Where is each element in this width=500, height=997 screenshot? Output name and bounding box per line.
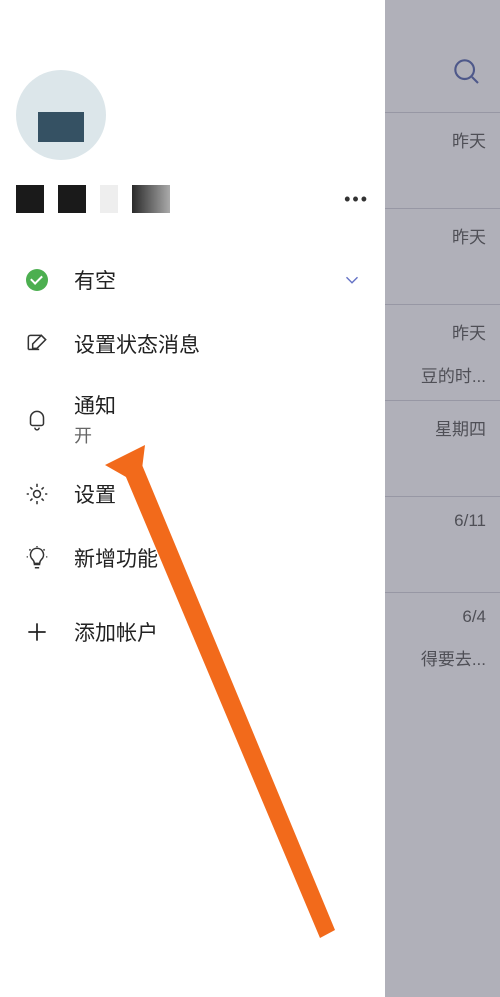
profile-section (0, 0, 385, 160)
chevron-down-icon (341, 269, 363, 291)
settings-label: 设置 (74, 479, 363, 509)
scrim-overlay[interactable] (385, 0, 500, 997)
chat-list-background: 昨天 昨天 昨天 豆的时... 星期四 6/11 6/4 得要去... (385, 0, 500, 997)
navigation-drawer: ••• 有空 设置状态消息 (0, 0, 385, 997)
add-account-label: 添加帐户 (74, 617, 363, 647)
notifications[interactable]: 通知 开 (0, 376, 385, 462)
whats-new-label: 新增功能 (74, 543, 363, 573)
available-status-icon (22, 265, 52, 295)
gear-icon (22, 479, 52, 509)
set-status-label: 设置状态消息 (74, 329, 363, 359)
plus-icon (22, 617, 52, 647)
bell-icon (22, 404, 52, 434)
more-icon[interactable]: ••• (344, 189, 369, 210)
username-redacted (16, 185, 170, 213)
avatar-image (38, 112, 84, 142)
lightbulb-icon (22, 543, 52, 573)
whats-new[interactable]: 新增功能 (0, 526, 385, 590)
drawer-menu: 有空 设置状态消息 (0, 208, 385, 664)
notifications-label: 通知 (74, 390, 363, 420)
edit-note-icon (22, 329, 52, 359)
settings[interactable]: 设置 (0, 462, 385, 526)
presence-status[interactable]: 有空 (0, 248, 385, 312)
status-label: 有空 (74, 265, 319, 295)
avatar[interactable] (16, 70, 106, 160)
notifications-sub: 开 (74, 422, 363, 448)
add-account[interactable]: 添加帐户 (0, 600, 385, 664)
set-status-message[interactable]: 设置状态消息 (0, 312, 385, 376)
username-row: ••• (0, 160, 385, 208)
